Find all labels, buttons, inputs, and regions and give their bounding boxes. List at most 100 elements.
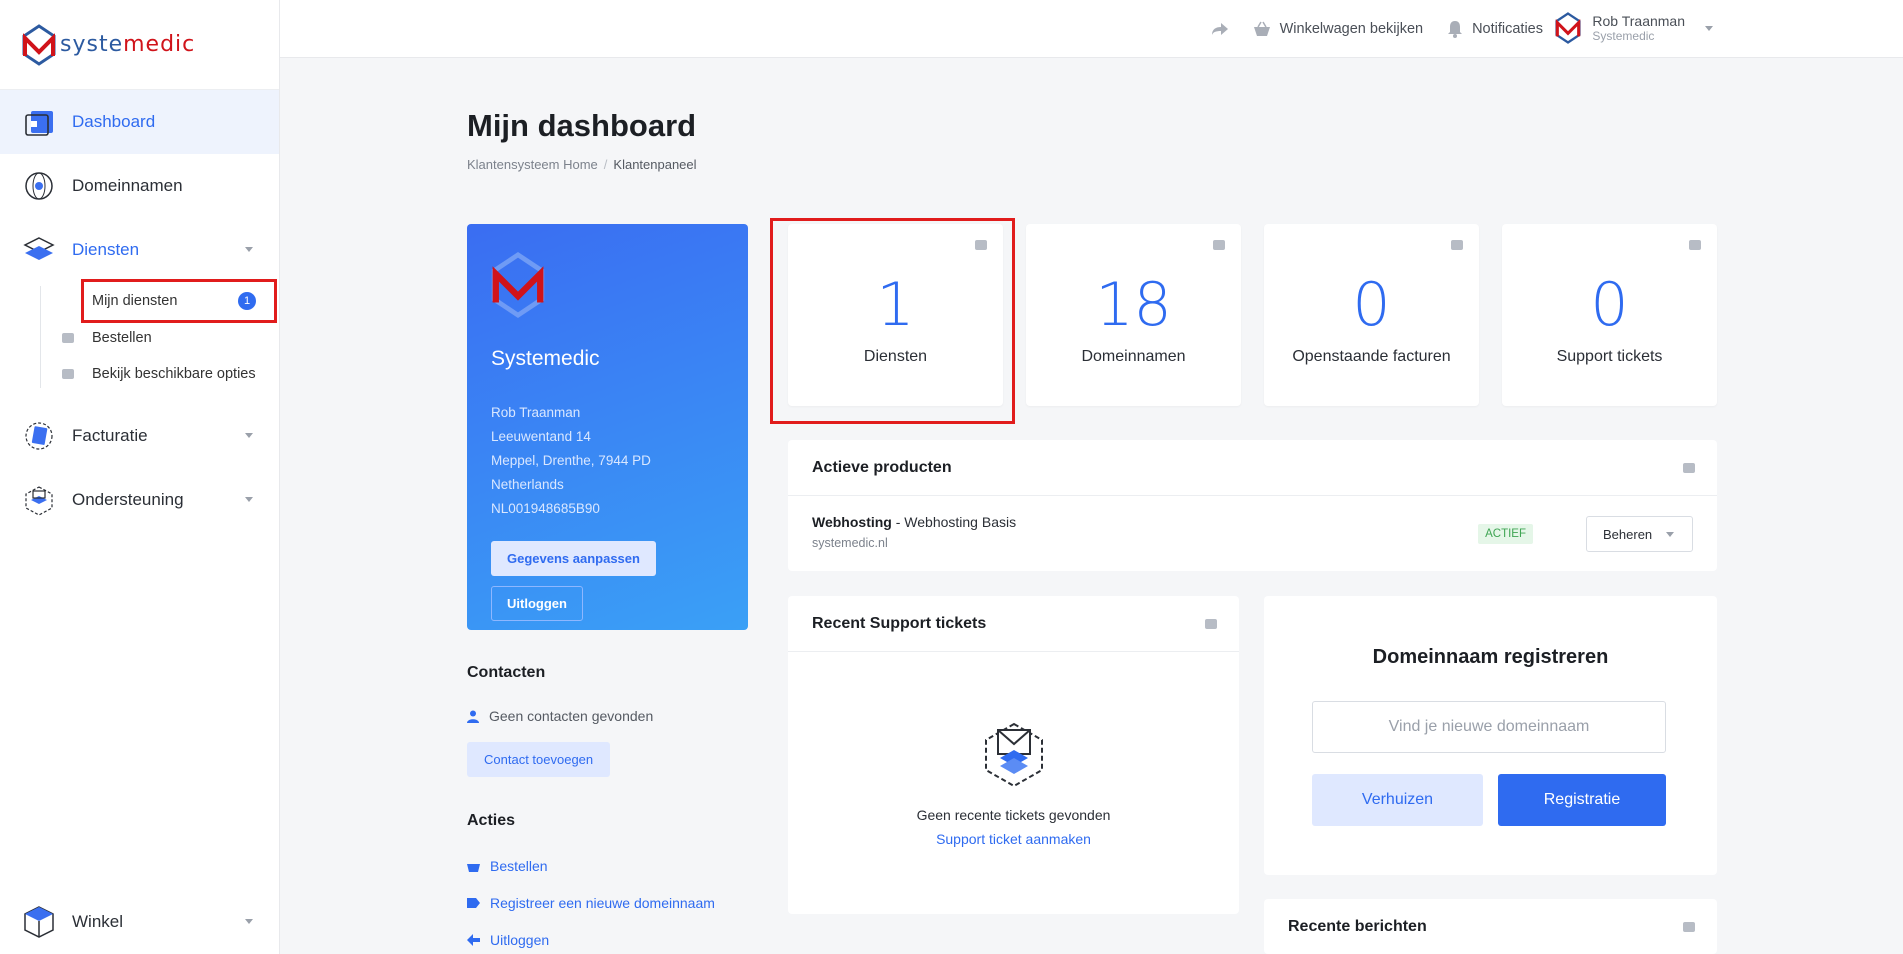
- card-header: Actieve producten: [788, 440, 1717, 496]
- vat-number: NL001948685B90: [491, 501, 600, 516]
- user-name: Rob Traanman: [1592, 13, 1685, 29]
- sidebar-subitem-opties[interactable]: Bekijk beschikbare opties: [40, 356, 279, 392]
- recent-tickets-card: Recent Support tickets Geen recente tick…: [788, 596, 1239, 914]
- manage-label: Beheren: [1603, 526, 1653, 542]
- company-name: Systemedic: [491, 347, 600, 370]
- user-org: Systemedic: [1592, 29, 1655, 43]
- breadcrumb-home[interactable]: Klantensysteem Home: [467, 157, 598, 172]
- user-menu[interactable]: Rob Traanman Systemedic: [1554, 12, 1713, 44]
- diensten-submenu: Mijn diensten 1 Bestellen Bekijk beschik…: [0, 279, 279, 392]
- share-button[interactable]: [1211, 22, 1229, 36]
- add-contact-button[interactable]: Contact toevoegen: [467, 742, 611, 777]
- ticket-icon: [1689, 240, 1701, 250]
- stat-value: 0: [1352, 270, 1391, 340]
- share-arrow-icon: [1211, 23, 1228, 35]
- contact-name: Rob Traanman: [491, 405, 581, 420]
- systemedic-logo-icon: [22, 23, 56, 66]
- contacts-empty: Geen contacten gevonden: [467, 708, 653, 724]
- chevron-down-icon: [245, 497, 253, 502]
- address-block: Rob Traanman Leeuwentand 14 Meppel, Dren…: [491, 401, 724, 521]
- sidebar-item-ondersteuning[interactable]: Ondersteuning: [0, 468, 279, 532]
- invoice-icon: [22, 419, 56, 453]
- document-icon: [1451, 240, 1463, 250]
- sidebar-item-label: Ondersteuning: [72, 490, 184, 509]
- stat-label: Domeinnamen: [1081, 348, 1186, 365]
- box-icon: [22, 905, 56, 939]
- sidebar-subitem-mijn-diensten[interactable]: Mijn diensten 1: [81, 279, 277, 323]
- sidebar-bottom: Winkel: [0, 890, 279, 954]
- stat-label: Support tickets: [1556, 348, 1663, 365]
- stat-tickets[interactable]: 0 Support tickets: [1502, 224, 1717, 406]
- logo-text: systemedic: [60, 32, 196, 57]
- cart-link[interactable]: Winkelwagen bekijken: [1253, 21, 1423, 37]
- domain-search-input[interactable]: [1312, 701, 1666, 753]
- logo[interactable]: systemedic: [0, 0, 279, 90]
- count-badge: 1: [238, 292, 256, 310]
- sidebar-item-label: Winkel: [72, 912, 124, 931]
- chevron-down-icon: [245, 919, 253, 924]
- basket-icon: [62, 333, 74, 343]
- chevron-down-icon: [1666, 531, 1675, 537]
- contacts-empty-text: Geen contacten gevonden: [489, 708, 654, 724]
- action-logout-link[interactable]: Uitloggen: [467, 932, 549, 948]
- chevron-down-icon: [245, 433, 253, 438]
- sidebar-item-dashboard[interactable]: Dashboard: [0, 90, 279, 154]
- sidebar-item-facturatie[interactable]: Facturatie: [0, 404, 279, 468]
- status-badge: ACTIEF: [1478, 524, 1533, 544]
- register-button[interactable]: Registratie: [1498, 774, 1666, 826]
- dashboard-icon: [22, 105, 56, 139]
- sidebar-item-label: Domeinnamen: [72, 176, 183, 195]
- basket-icon: [1253, 21, 1270, 36]
- user-menu-toggle[interactable]: Rob Traanman Systemedic: [1554, 12, 1713, 44]
- address-street: Leeuwentand 14: [491, 429, 591, 444]
- sidebar-item-diensten[interactable]: Diensten: [0, 218, 279, 282]
- domain-register-card: Domeinnaam registreren Verhuizen Registr…: [1264, 596, 1717, 875]
- options-icon: [62, 369, 74, 379]
- stat-value: 18: [1095, 270, 1172, 340]
- support-icon: [22, 483, 56, 517]
- message-icon: [1683, 922, 1695, 932]
- sidebar-subitem-bestellen[interactable]: Bestellen: [40, 320, 279, 356]
- product-row: Webhosting - Webhosting Basis systemedic…: [788, 496, 1717, 571]
- stat-value: 0: [1590, 270, 1629, 340]
- action-order-link[interactable]: Bestellen: [467, 858, 548, 874]
- product-name: Webhosting: [812, 514, 892, 530]
- sidebar-subitem-label: Mijn diensten: [92, 293, 178, 309]
- card-title: Recent Support tickets: [812, 614, 987, 632]
- sidebar-subitem-label: Bestellen: [92, 330, 152, 346]
- cart-label: Winkelwagen bekijken: [1279, 21, 1424, 37]
- card-header: Recente berichten: [1264, 899, 1717, 954]
- transfer-button[interactable]: Verhuizen: [1312, 774, 1483, 826]
- action-register-domain-link[interactable]: Registreer een nieuwe domeinnaam: [467, 895, 715, 911]
- create-ticket-link[interactable]: Support ticket aanmaken: [788, 831, 1239, 847]
- card-title: Recente berichten: [1288, 918, 1427, 935]
- product-title: Webhosting - Webhosting Basis: [812, 514, 1693, 530]
- tag-icon: [1213, 240, 1225, 250]
- logout-button[interactable]: Uitloggen: [491, 586, 583, 621]
- top-actions: Winkelwagen bekijken Notificaties: [1211, 0, 1543, 58]
- sidebar-item-winkel[interactable]: Winkel: [0, 890, 279, 954]
- sidebar-item-label: Facturatie: [72, 426, 148, 445]
- server-icon: [1683, 463, 1695, 473]
- manage-dropdown[interactable]: Beheren: [1586, 516, 1693, 552]
- user-icon: [467, 710, 479, 723]
- logout-arrow-icon: [467, 934, 480, 946]
- edit-details-button[interactable]: Gegevens aanpassen: [491, 541, 656, 576]
- card-header: Recent Support tickets: [788, 596, 1239, 652]
- ticket-icon: [1205, 619, 1217, 629]
- sidebar: systemedic Dashboard Domeinnamen Dienste…: [0, 0, 280, 954]
- stat-domeinnamen[interactable]: 18 Domeinnamen: [1026, 224, 1241, 406]
- tickets-empty-text: Geen recente tickets gevonden: [916, 807, 1111, 823]
- notifications-link[interactable]: Notificaties: [1447, 20, 1543, 38]
- empty-inbox-icon: [984, 722, 1043, 788]
- card-title: Actieve producten: [812, 458, 952, 476]
- topbar: Winkelwagen bekijken Notificaties Rob Tr…: [280, 0, 1903, 58]
- contacts-title: Contacten: [467, 664, 546, 681]
- actions-title: Acties: [467, 812, 516, 829]
- active-products-card: Actieve producten Webhosting - Webhostin…: [788, 440, 1717, 571]
- sidebar-item-domeinnamen[interactable]: Domeinnamen: [0, 154, 279, 218]
- avatar: [1555, 12, 1581, 44]
- breadcrumb-current: Klantenpaneel: [613, 157, 697, 172]
- stat-facturen[interactable]: 0 Openstaande facturen: [1264, 224, 1479, 406]
- recent-messages-card: Recente berichten: [1264, 899, 1717, 954]
